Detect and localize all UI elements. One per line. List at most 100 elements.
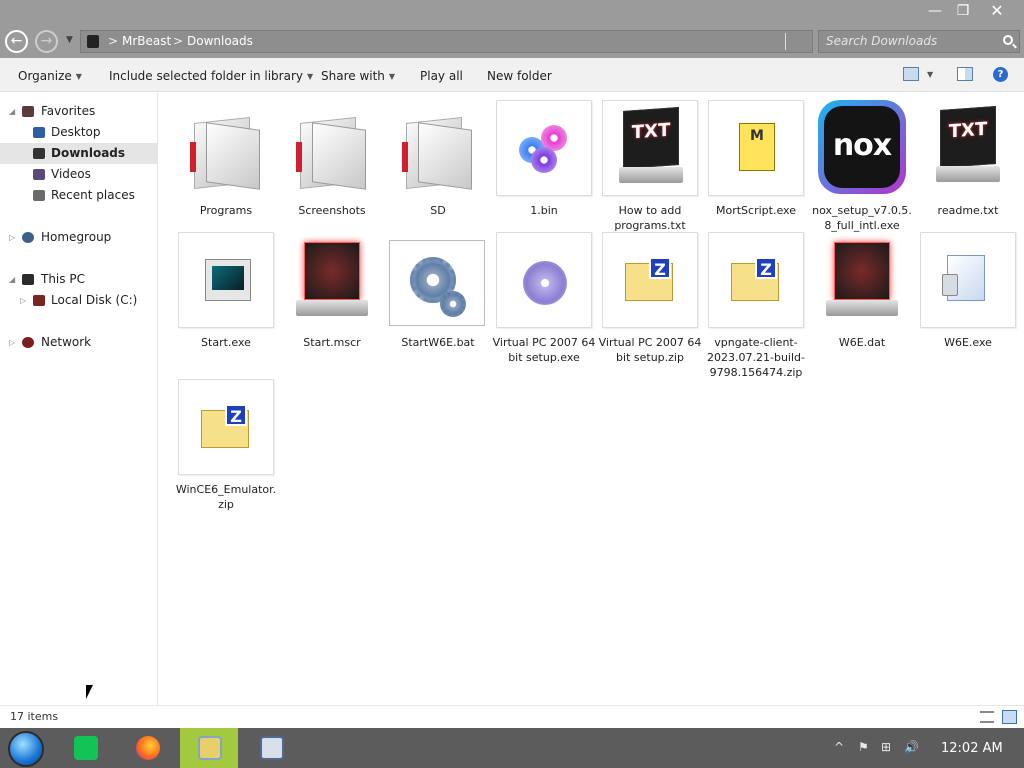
sidebar-item-network[interactable]: ▷ Network [0,332,157,353]
local-disk-icon [33,295,45,306]
breadcrumb-separator: > [108,34,119,48]
file-name: readme.txt [937,204,999,217]
view-options-chevron-icon[interactable]: ▼ [927,70,937,84]
organize-button[interactable]: Organize ▼ [18,69,82,83]
include-in-library-button[interactable]: Include selected folder in library ▼ [109,69,313,83]
sidebar-item-downloads[interactable]: Downloads [0,143,157,164]
file-explorer-icon [198,736,222,760]
txt-monitor-icon: TXT [602,100,698,196]
desktop-icon [33,127,45,138]
file-name: Virtual PC 2007 64 bit setup.exe [492,336,596,364]
address-divider [785,33,786,50]
file-name: Virtual PC 2007 64 bit setup.zip [598,336,702,364]
navigation-pane: ◢ Favorites Desktop Downloads Videos Rec… [0,93,158,705]
alien-monitor-icon [284,232,380,328]
this-pc-icon [22,274,34,285]
mouse-cursor-icon [86,685,93,699]
file-list: Programs Screenshots SD 1.bin TXT How to… [159,93,1024,705]
sidebar-item-recent-places[interactable]: Recent places [0,185,157,206]
status-bar: 17 items [0,705,1024,728]
chevron-down-icon: ▼ [306,72,314,81]
address-bar[interactable]: > MrBeast > Downloads [80,30,813,53]
file-name: W6E.exe [944,336,992,349]
help-icon[interactable]: ? [993,67,1008,82]
scroll-icon: M [708,100,804,196]
large-icons-view-icon[interactable] [1002,710,1017,724]
sheets-app-icon [74,736,98,760]
folder-icon [390,100,486,196]
title-bar: — ❐ ✕ [0,0,1024,26]
close-button[interactable]: ✕ [980,0,1014,22]
nox-icon: nox [814,100,910,196]
search-placeholder: Search Downloads [826,34,938,48]
folder-icon [284,100,380,196]
device-manager-icon [260,736,284,760]
folder-icon [178,100,274,196]
emulator-window-icon [178,232,274,328]
expand-icon[interactable]: ▷ [9,227,15,248]
zip-icon: Z [708,232,804,328]
breadcrumb-separator: > [173,34,184,48]
show-hidden-icons-icon[interactable]: ^ [834,740,844,754]
sidebar-item-this-pc[interactable]: ◢ This PC [0,269,157,290]
file-name: nox_setup_v7.0.5.8_full_intl.exe [812,204,912,232]
file-name: W6E.dat [838,336,886,349]
firefox-icon [136,736,160,760]
play-all-button[interactable]: Play all [420,69,463,83]
file-name: MortScript.exe [716,204,796,217]
volume-icon[interactable]: 🔊 [904,740,919,754]
taskbar-app-file-explorer[interactable] [180,728,238,768]
expand-icon[interactable]: ▷ [20,290,26,311]
taskbar: ^ ⚑ ⊞ 🔊 12:02 AM [0,728,1024,768]
clock[interactable]: 12:02 AM [941,741,1003,756]
navigation-bar: ← → ▼ > MrBeast > Downloads Search Downl… [0,26,1024,58]
txt-monitor-icon: TXT [920,100,1016,196]
sidebar-item-local-disk[interactable]: ▷ Local Disk (C:) [0,290,157,311]
back-button[interactable]: ← [5,30,28,53]
discs-icon [496,100,592,196]
share-with-button[interactable]: Share with ▼ [321,69,395,83]
change-view-icon[interactable] [903,67,919,81]
start-orb-icon[interactable] [8,731,44,767]
sidebar-label: Network [41,335,92,349]
file-name: Programs [199,204,253,217]
collapse-icon[interactable]: ◢ [9,269,15,290]
maximize-button[interactable]: ❐ [946,0,980,22]
gears-icon [389,240,485,326]
breadcrumb-mrbeast[interactable]: MrBeast [122,31,171,52]
new-folder-button[interactable]: New folder [487,69,552,83]
network-tray-icon[interactable]: ⊞ [881,740,891,754]
zip-icon: Z [602,232,698,328]
details-view-icon[interactable] [980,711,994,723]
file-name: How to add programs.txt [614,204,686,232]
file-name: Start.exe [201,336,251,349]
sidebar-item-homegroup[interactable]: ▷ Homegroup [0,227,157,248]
organize-label: Organize [18,69,72,83]
breadcrumb-downloads[interactable]: Downloads [187,31,253,52]
sidebar-item-favorites[interactable]: ◢ Favorites [0,101,157,122]
recent-locations-button[interactable]: ▼ [66,35,73,45]
device-exe-icon [920,232,1016,328]
search-icon[interactable] [1003,35,1013,45]
taskbar-app-device[interactable] [242,728,300,768]
sidebar-label: Recent places [51,188,135,202]
favorites-star-icon [22,106,34,117]
command-toolbar: Organize ▼ Include selected folder in lib… [0,58,1024,92]
videos-icon [33,169,45,180]
expand-icon[interactable]: ▷ [9,332,15,353]
include-library-label: Include selected folder in library [109,69,303,83]
search-input[interactable]: Search Downloads [818,30,1020,53]
zip-icon: Z [178,379,274,475]
action-center-flag-icon[interactable]: ⚑ [858,740,869,754]
preview-pane-icon[interactable] [957,67,973,81]
sidebar-item-desktop[interactable]: Desktop [0,122,157,143]
sidebar-item-videos[interactable]: Videos [0,164,157,185]
share-with-label: Share with [321,69,385,83]
taskbar-app-firefox[interactable] [118,728,176,768]
collapse-icon[interactable]: ◢ [9,101,15,122]
taskbar-app-sheets[interactable] [56,728,114,768]
forward-button[interactable]: → [35,30,58,53]
file-name: Start.mscr [303,336,361,349]
sidebar-label: This PC [41,272,85,286]
file-name: SD [430,204,446,217]
